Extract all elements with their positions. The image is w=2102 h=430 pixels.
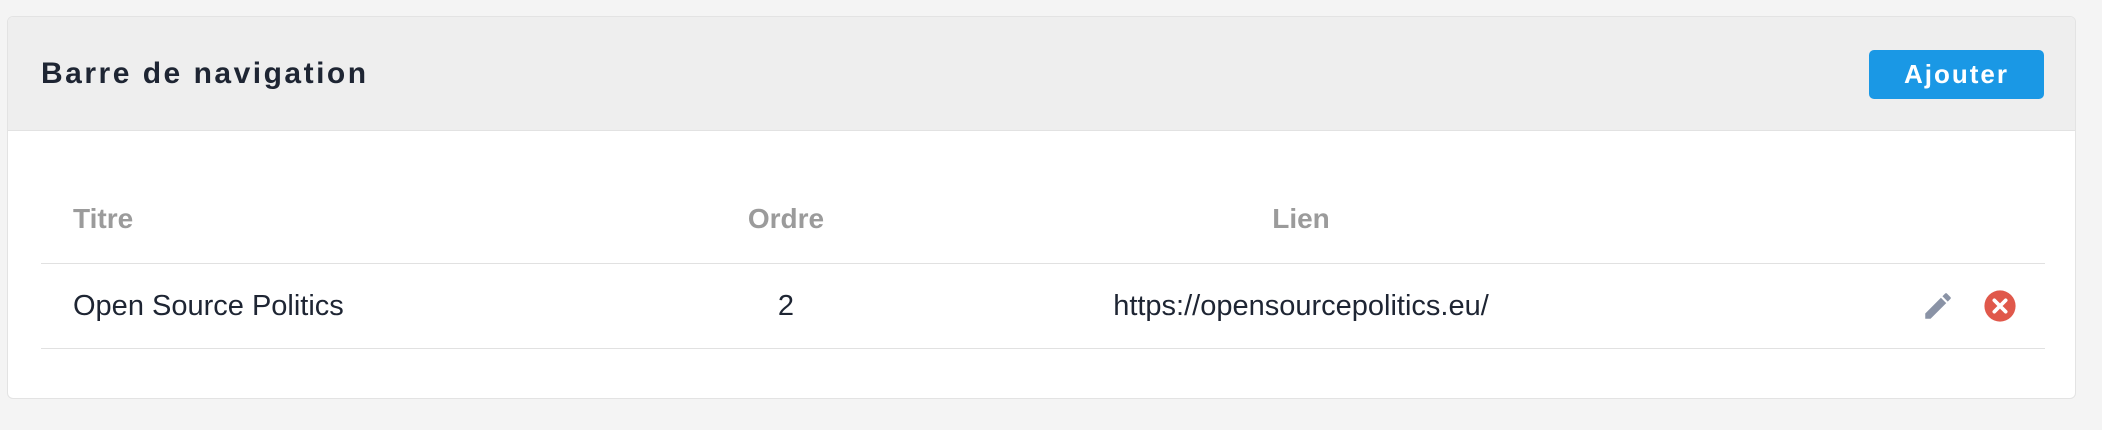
column-header-link: Lien (911, 175, 1691, 264)
panel-header: Barre de navigation Ajouter (8, 17, 2075, 131)
column-header-order: Ordre (661, 175, 911, 264)
row-link: https://opensourcepolitics.eu/ (911, 263, 1691, 349)
panel-title: Barre de navigation (41, 57, 369, 90)
column-header-actions (1691, 175, 2045, 264)
add-button[interactable]: Ajouter (1869, 50, 2044, 99)
pencil-icon[interactable] (1921, 289, 1955, 323)
column-header-title: Titre (41, 175, 661, 264)
delete-icon[interactable] (1983, 289, 2017, 323)
table-row: Open Source Politics 2 https://opensourc… (41, 263, 2045, 349)
navigation-bar-panel: Barre de navigation Ajouter Titre Ordre … (7, 16, 2076, 399)
navigation-links-table: Titre Ordre Lien Open Source Politics 2 … (41, 175, 2045, 349)
table-header-row: Titre Ordre Lien (41, 175, 2045, 264)
row-order: 2 (661, 263, 911, 349)
row-actions (1691, 263, 2045, 349)
row-title: Open Source Politics (41, 263, 661, 349)
